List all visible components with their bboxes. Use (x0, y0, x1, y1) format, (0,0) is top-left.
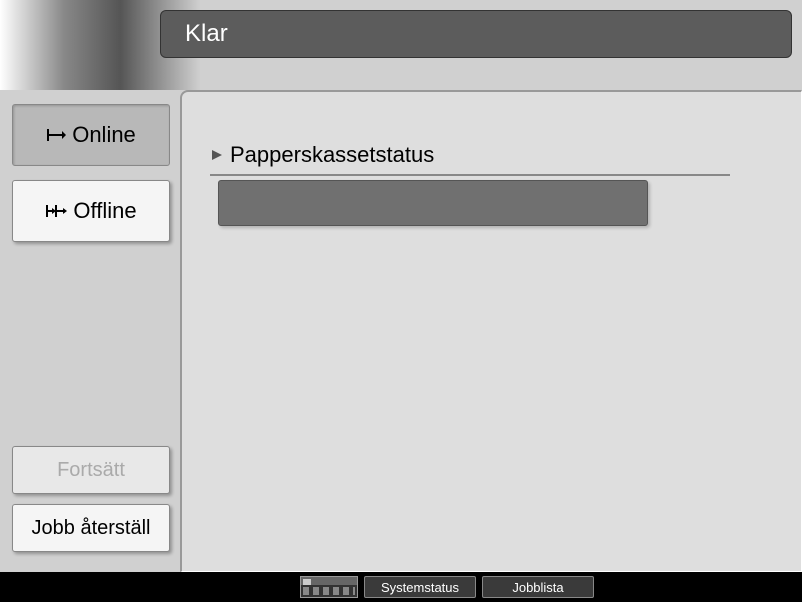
online-icon (46, 127, 66, 143)
content-area: Papperskassetstatus (180, 90, 802, 572)
job-reset-button[interactable]: Jobb återställ (12, 504, 170, 552)
triangle-icon (210, 142, 224, 168)
job-list-label: Jobblista (512, 580, 563, 595)
offline-label: Offline (73, 198, 136, 224)
header-title: Klar (185, 20, 228, 48)
bottom-bar: Systemstatus Jobblista (0, 572, 802, 602)
toner-indicator-icon (300, 576, 358, 598)
offline-icon (45, 203, 67, 219)
job-reset-label: Jobb återställ (32, 517, 151, 540)
paper-cassette-status-bar (218, 180, 648, 226)
online-label: Online (72, 122, 136, 148)
continue-button: Fortsätt (12, 446, 170, 494)
section-underline (210, 174, 730, 176)
header-bar: Klar (160, 10, 792, 58)
job-list-button[interactable]: Jobblista (482, 576, 594, 598)
section-title: Papperskassetstatus (230, 142, 434, 168)
continue-label: Fortsätt (57, 459, 125, 482)
header-area: Klar (0, 0, 802, 90)
system-status-label: Systemstatus (381, 580, 459, 595)
offline-button[interactable]: Offline (12, 180, 170, 242)
system-status-button[interactable]: Systemstatus (364, 576, 476, 598)
section-header: Papperskassetstatus (210, 142, 771, 168)
online-button[interactable]: Online (12, 104, 170, 166)
sidebar: Online Offline Fortsätt (0, 90, 180, 572)
